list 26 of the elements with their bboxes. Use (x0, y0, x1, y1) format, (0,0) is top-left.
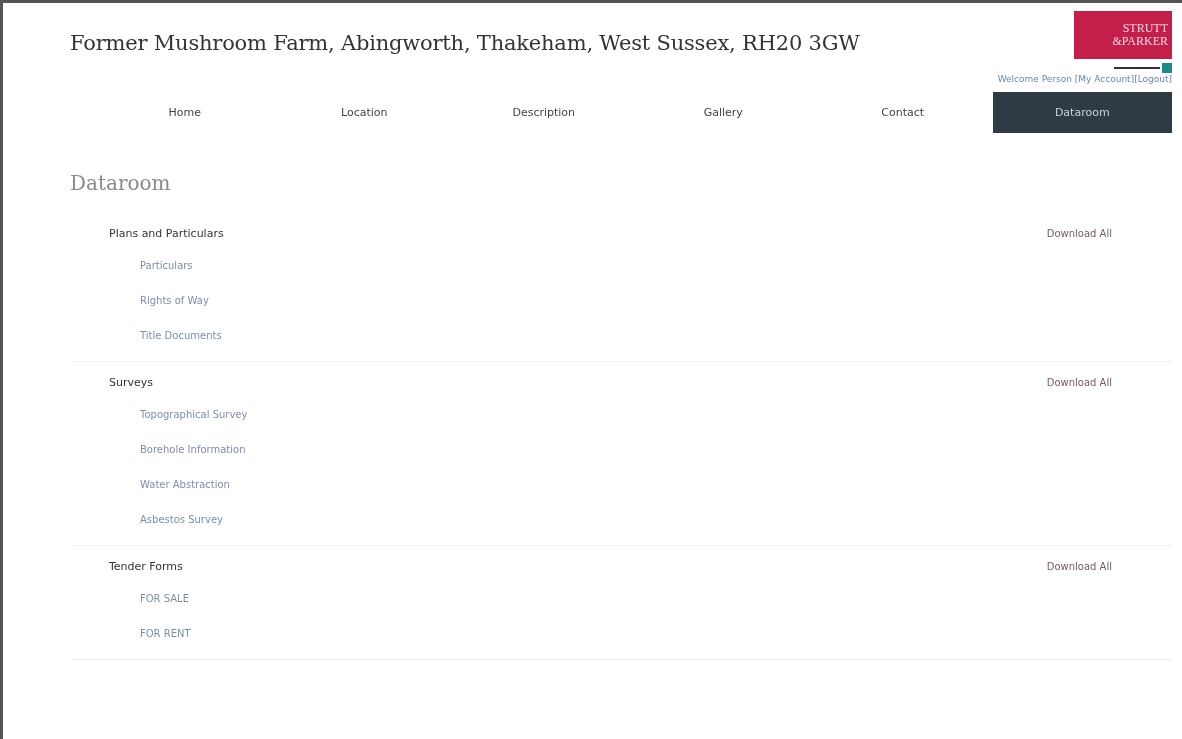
nav-tab[interactable]: Description (454, 92, 634, 133)
logo-tagline-icon (1114, 63, 1172, 73)
account-links[interactable]: Welcome Person [My Account][Logout] (997, 74, 1172, 84)
folder-title: Surveys (109, 376, 153, 389)
folder-title: Tender Forms (109, 560, 183, 573)
nav-tab[interactable]: Home (95, 92, 275, 133)
nav-tab[interactable]: Location (274, 92, 454, 133)
nav-tab[interactable]: Contact (813, 92, 993, 133)
nav-tab[interactable]: Gallery (633, 92, 813, 133)
document-link[interactable]: Asbestos Survey (71, 502, 223, 537)
document-link[interactable]: Rights of Way (71, 283, 209, 318)
document-link[interactable]: Title Documents (71, 318, 222, 353)
folder-title: Plans and Particulars (109, 227, 224, 240)
document-link[interactable]: Particulars (71, 248, 193, 283)
page-title: Former Mushroom Farm, Abingworth, Thakeham, West Sussex, RH20 3GW (70, 31, 860, 55)
document-link[interactable]: Topographical Survey (71, 397, 248, 432)
document-link[interactable]: FOR SALE (71, 581, 189, 616)
nav-tab[interactable]: Dataroom (992, 92, 1172, 133)
section-heading: Dataroom (70, 171, 172, 195)
download-all-link[interactable]: Download All (1046, 228, 1112, 239)
document-link[interactable]: FOR RENT (71, 616, 191, 651)
download-all-link[interactable]: Download All (1046, 377, 1112, 388)
logo[interactable]: STRUTT &PARKER (1074, 11, 1172, 59)
document-link[interactable]: Borehole Information (71, 432, 246, 467)
download-all-link[interactable]: Download All (1046, 561, 1112, 572)
document-link[interactable]: Water Abstraction (71, 467, 230, 502)
